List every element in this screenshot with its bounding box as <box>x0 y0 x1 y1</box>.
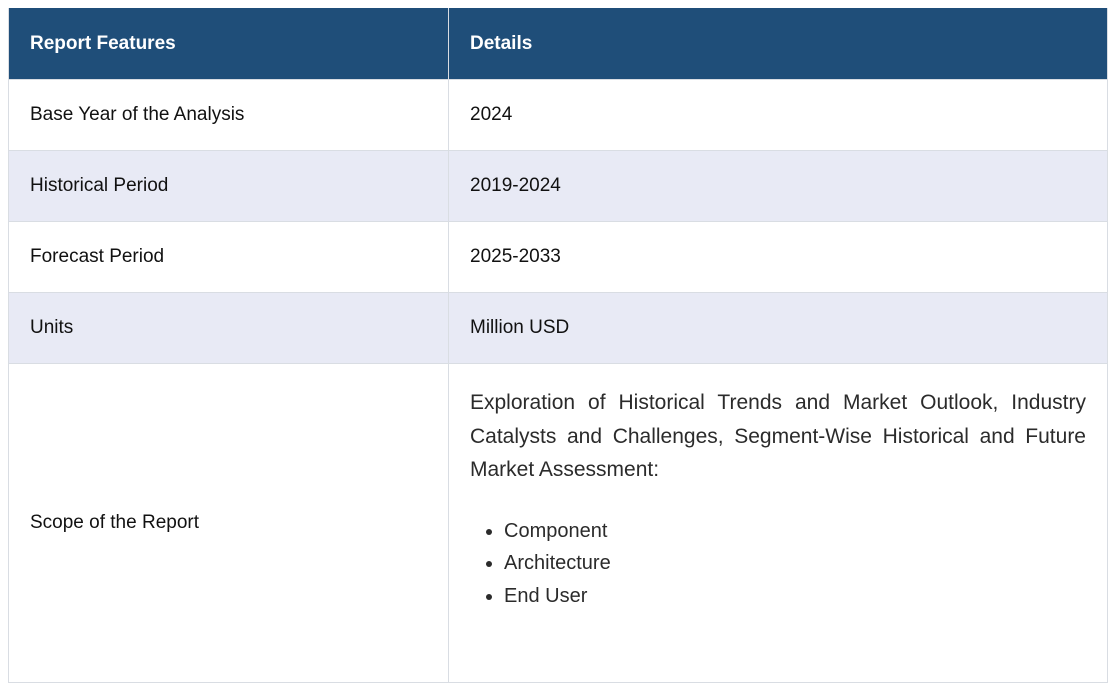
row-detail-value: 2024 <box>448 79 1108 151</box>
header-details: Details <box>448 8 1108 80</box>
report-features-table: Report Features Details Base Year of the… <box>8 8 1108 683</box>
row-feature-label: Historical Period <box>8 150 449 222</box>
row-detail-value: Million USD <box>448 292 1108 364</box>
report-table-container: Report Features Details Base Year of the… <box>8 8 1108 683</box>
table-row: Units Million USD <box>8 292 1108 364</box>
table-row-scope: Scope of the Report Exploration of Histo… <box>8 363 1108 683</box>
table-row: Historical Period 2019-2024 <box>8 150 1108 222</box>
list-item: Component <box>504 515 1086 548</box>
scope-segment-list: Component Architecture End User <box>470 515 1086 613</box>
header-report-features: Report Features <box>8 8 449 80</box>
list-item: Architecture <box>504 547 1086 580</box>
list-item: End User <box>504 580 1086 613</box>
table-row: Base Year of the Analysis 2024 <box>8 79 1108 151</box>
row-feature-label: Base Year of the Analysis <box>8 79 449 151</box>
row-feature-label: Units <box>8 292 449 364</box>
row-detail-value: 2025-2033 <box>448 221 1108 293</box>
row-feature-label: Forecast Period <box>8 221 449 293</box>
scope-detail-cell: Exploration of Historical Trends and Mar… <box>448 363 1108 683</box>
scope-description: Exploration of Historical Trends and Mar… <box>470 391 1086 481</box>
row-feature-label: Scope of the Report <box>8 363 449 683</box>
table-header-row: Report Features Details <box>8 8 1108 80</box>
row-detail-value: 2019-2024 <box>448 150 1108 222</box>
table-row: Forecast Period 2025-2033 <box>8 221 1108 293</box>
